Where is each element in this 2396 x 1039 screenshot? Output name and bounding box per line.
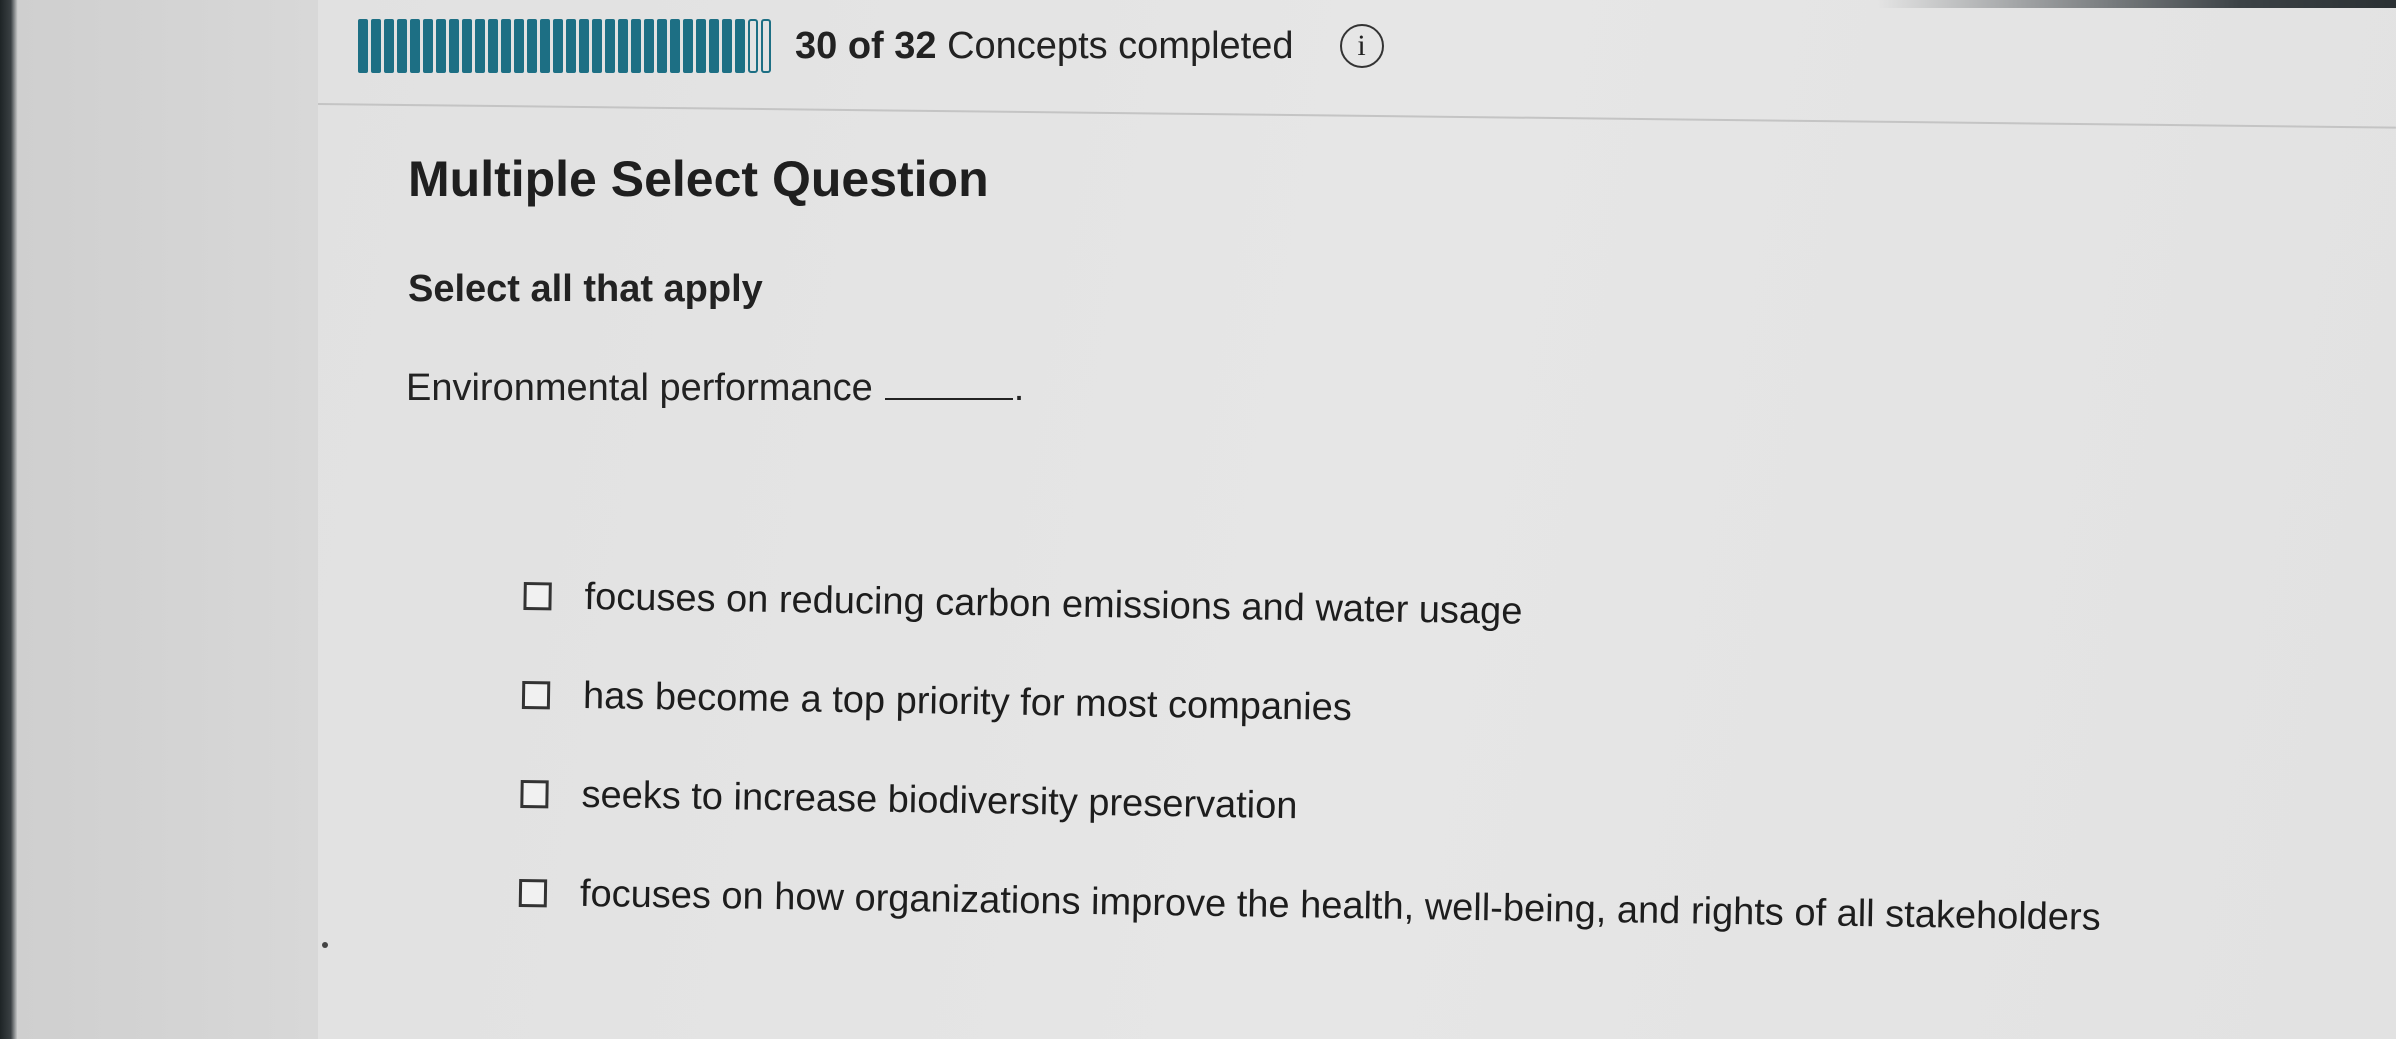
answer-option[interactable]: has become a top priority for most compa… [521,671,2104,744]
answer-blank [884,372,1013,400]
progress-segment-complete [475,19,485,73]
progress-segment-complete [371,19,381,73]
progress-segment-complete [683,19,693,73]
progress-segment-incomplete [761,19,771,73]
progress-suffix: Concepts completed [936,24,1294,67]
progress-segment-complete [384,19,394,73]
answer-option-label: has become a top priority for most compa… [582,674,1353,729]
prompt-text: Environmental performance [406,367,873,409]
progress-segment-complete [514,19,524,73]
progress-segment-incomplete [748,19,758,73]
progress-segment-complete [670,19,680,73]
progress-segment-complete [696,19,706,73]
question-instruction: Select all that apply [408,268,763,310]
progress-segment-complete [709,19,719,73]
screen-bezel-top [1876,0,2396,8]
progress-segment-complete [722,19,732,73]
progress-segment-complete [540,19,550,73]
answer-option-label: seeks to increase biodiversity preservat… [581,773,1298,827]
progress-segment-complete [488,19,498,73]
progress-segment-complete [501,19,511,73]
screen-speck [322,942,328,948]
progress-segment-complete [410,19,420,73]
screen-bezel [0,0,18,1039]
progress-segment-complete [358,19,368,73]
answer-option-label: focuses on how organizations improve the… [579,872,2101,939]
progress-header: 30 of 32 Concepts completed i [358,14,1384,78]
progress-segment-complete [735,19,745,73]
question-prompt: Environmental performance. [406,367,1024,410]
progress-segment-complete [644,19,654,73]
progress-segment-complete [566,19,576,73]
progress-segment-complete [631,19,641,73]
progress-count: 30 of 32 [795,24,937,67]
answer-option[interactable]: seeks to increase biodiversity preservat… [520,770,2102,843]
progress-segment-complete [462,19,472,73]
progress-segment-complete [592,19,602,73]
left-margin-panel [18,0,318,1039]
answer-option[interactable]: focuses on how organizations improve the… [518,869,2101,942]
progress-segment-complete [423,19,433,73]
info-icon[interactable]: i [1339,24,1384,68]
progress-segment-complete [436,19,446,73]
prompt-period: . [1013,367,1025,409]
checkbox[interactable] [521,680,551,710]
checkbox[interactable] [520,779,549,809]
progress-segment-complete [527,19,537,73]
progress-segment-complete [553,19,563,73]
progress-segment-complete [449,19,459,73]
question-type-title: Multiple Select Question [408,151,989,207]
progress-segment-complete [579,19,589,73]
progress-segment-complete [657,19,667,73]
checkbox[interactable] [518,878,548,908]
checkbox[interactable] [523,581,552,611]
concept-progress-bar [358,19,771,73]
progress-status: 30 of 32 Concepts completed [795,25,1294,68]
answer-options: focuses on reducing carbon emissions and… [518,572,2106,993]
progress-segment-complete [618,19,628,73]
progress-segment-complete [397,19,407,73]
progress-segment-complete [605,19,615,73]
